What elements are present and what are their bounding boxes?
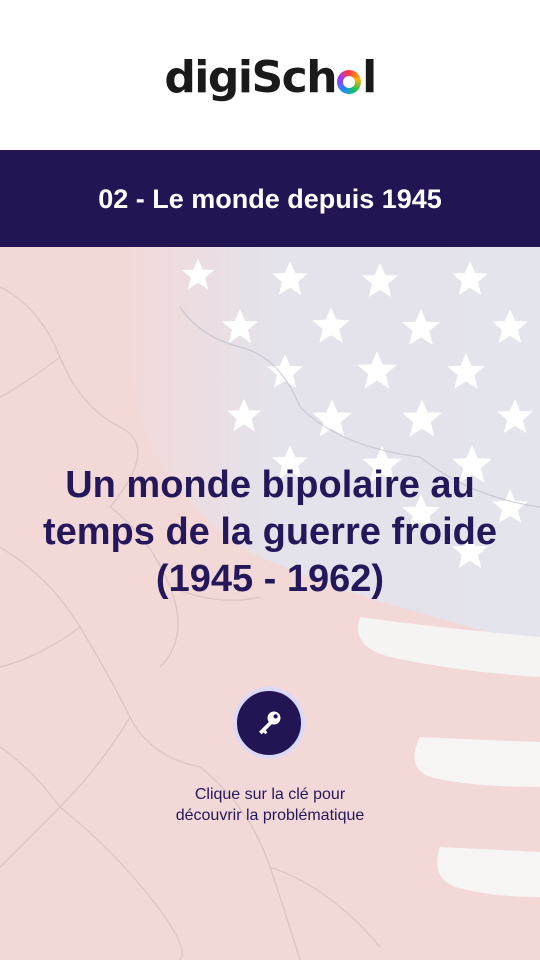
key-hint-text: Clique sur la clé pour découvrir la prob… — [120, 784, 420, 826]
header: digiSch l — [0, 0, 540, 150]
chapter-banner: 02 - Le monde depuis 1945 — [0, 150, 540, 247]
chapter-title: 02 - Le monde depuis 1945 — [98, 184, 442, 214]
logo-ring-icon — [337, 69, 362, 94]
lesson-title-line-3: (1945 - 1962) — [155, 558, 385, 600]
key-hint-line-1: Clique sur la clé pour — [194, 786, 346, 803]
key-icon — [259, 711, 281, 735]
hero-section: Un monde bipolaire au temps de la guerre… — [0, 247, 540, 960]
lesson-title-line-1: Un monde bipolaire au — [65, 464, 475, 506]
reveal-problem-key-button[interactable] — [233, 687, 305, 759]
lesson-title: Un monde bipolaire au temps de la guerre… — [20, 462, 520, 603]
logo-text-prefix: digiSch — [164, 51, 337, 103]
key-hint-line-2: découvrir la problématique — [175, 807, 365, 824]
us-flag-background — [0, 247, 540, 960]
digischool-logo[interactable]: digiSch l — [164, 51, 377, 103]
logo-text-suffix: l — [362, 51, 377, 103]
lesson-title-line-2: temps de la guerre froide — [42, 511, 497, 553]
